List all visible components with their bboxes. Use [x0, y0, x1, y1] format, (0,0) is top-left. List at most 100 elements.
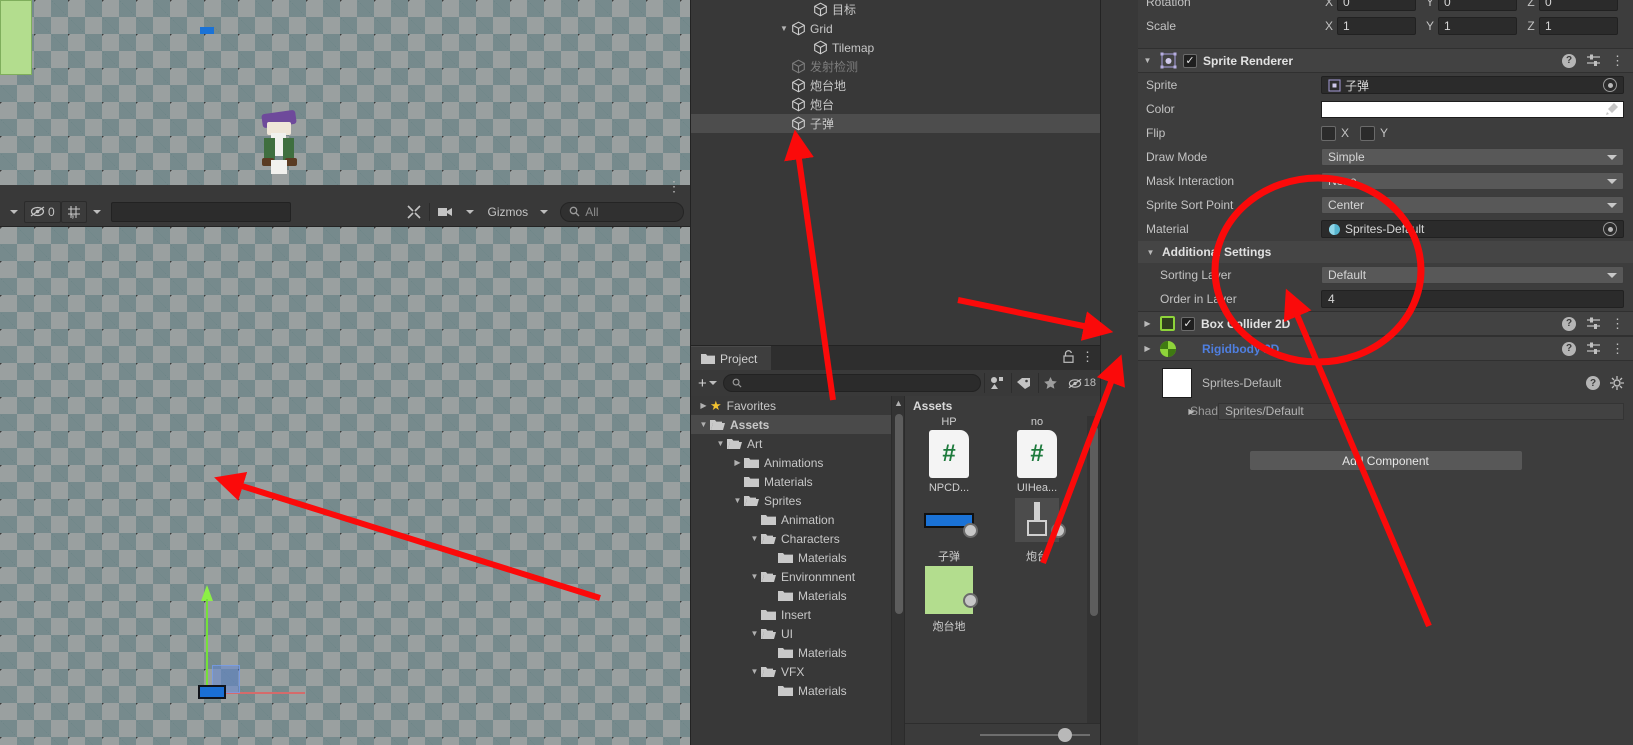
triangle-down-icon[interactable]: ▼ — [731, 496, 744, 505]
triangle-right-icon[interactable]: ▶ — [731, 458, 744, 467]
draw-mode-dropdown[interactable]: Simple — [1321, 148, 1624, 166]
hierarchy-pane[interactable]: ▼ 目标 ▼ Grid ▼ Tilemap ▼ 发射检测 ▼ 炮台地 ▼ 炮台 ▼ 子弹 — [690, 0, 1100, 345]
scene-hidden-objects-button[interactable]: 0 — [24, 200, 61, 223]
asset-item-UIHea...[interactable]: # UIHea... — [999, 428, 1075, 494]
gizmo-y-axis[interactable] — [206, 599, 208, 693]
kebab-menu-icon[interactable]: ⋮ — [1611, 342, 1624, 355]
project-tree-item-Characters[interactable]: ▼ Characters — [691, 529, 891, 548]
preset-icon[interactable] — [1587, 54, 1600, 67]
field-row-order-in-layer[interactable]: Order in Layer 4 — [1138, 287, 1633, 311]
field-row-draw-mode[interactable]: Draw Mode Simple — [1138, 145, 1633, 169]
triangle-right-icon[interactable]: ▶ — [1185, 407, 1198, 416]
project-hidden-packages[interactable]: 18 — [1065, 377, 1096, 389]
project-tree-item-UI[interactable]: ▼ UI — [691, 624, 891, 643]
scene-toolbar-blank-field[interactable] — [110, 201, 291, 222]
project-tree-item-Materials[interactable]: ▶ Materials — [691, 548, 891, 567]
project-tree-scrollbar[interactable]: ▲ — [891, 396, 904, 745]
triangle-down-icon[interactable]: ▼ — [714, 439, 727, 448]
project-toolbar[interactable]: + 18 — [691, 370, 1100, 396]
project-tab-bar[interactable]: Project ⋮ — [691, 346, 1100, 370]
eyedropper-icon[interactable] — [1605, 102, 1619, 116]
preset-icon[interactable] — [1587, 342, 1600, 355]
object-picker-icon[interactable] — [1603, 222, 1617, 236]
component-header-sprite-renderer[interactable]: ▼ ✓ Sprite Renderer ? ⋮ — [1138, 48, 1633, 73]
triangle-down-icon[interactable]: ▼ — [748, 534, 761, 543]
project-asset-area[interactable]: Assets HP no # NPCD... # UIHea... 子弹 炮台 炮台地 — [904, 396, 1100, 745]
shader-value[interactable]: Sprites/Default — [1218, 402, 1624, 420]
help-icon[interactable]: ? — [1586, 376, 1600, 390]
scale-z-field[interactable]: 1 — [1539, 17, 1618, 35]
field-row-flip[interactable]: Flip X Y — [1138, 121, 1633, 145]
triangle-right-icon[interactable]: ▶ — [697, 401, 710, 410]
field-row-sprite[interactable]: Sprite 子弹 — [1138, 73, 1633, 97]
asset-item-NPCD...[interactable]: # NPCD... — [911, 428, 987, 494]
project-folder-tree[interactable]: ▶★Favorites▼Assets▼Art▶Animations▶Materi… — [691, 396, 891, 745]
scroll-up-icon[interactable]: ▲ — [894, 398, 903, 408]
hierarchy-item-炮台[interactable]: ▼ 炮台 — [691, 95, 1100, 114]
favorite-filter-icon[interactable] — [1037, 373, 1062, 393]
project-add-button[interactable]: + — [695, 375, 720, 392]
selected-bullet-object[interactable] — [198, 685, 226, 699]
hierarchy-item-目标[interactable]: ▼ 目标 — [691, 0, 1100, 19]
scene-camera-icon[interactable] — [432, 201, 460, 223]
scale-y-field[interactable]: 1 — [1438, 17, 1517, 35]
zoom-slider-knob[interactable] — [1058, 727, 1072, 742]
project-tree-item-Materials[interactable]: ▶ Materials — [691, 586, 891, 605]
material-object-field[interactable]: Sprites-Default — [1321, 220, 1624, 238]
project-tree-item-Materials[interactable]: ▶ Materials — [691, 681, 891, 700]
scene-view-top-strip[interactable] — [0, 0, 690, 185]
scene-gizmos-button[interactable]: Gizmos — [482, 201, 535, 223]
triangle-down-icon[interactable]: ▼ — [777, 24, 791, 33]
asset-zoom-slider[interactable] — [980, 727, 1090, 742]
project-search-input[interactable] — [722, 374, 981, 392]
sprite-object-field[interactable]: 子弹 — [1321, 76, 1624, 94]
help-icon[interactable]: ? — [1562, 341, 1576, 356]
section-additional-settings[interactable]: ▼ Additional Settings — [1138, 241, 1633, 263]
scrollbar-thumb[interactable] — [1090, 426, 1098, 616]
scene-gizmos-caret-icon[interactable] — [534, 201, 554, 223]
triangle-down-icon[interactable]: ▼ — [748, 572, 761, 581]
project-tree-item-Favorites[interactable]: ▶ ★ Favorites — [691, 396, 891, 415]
field-row-sprite-sort-point[interactable]: Sprite Sort Point Center — [1138, 193, 1633, 217]
field-row-material[interactable]: Material Sprites-Default — [1138, 217, 1633, 241]
lock-icon[interactable] — [1063, 350, 1074, 363]
sorting-layer-dropdown[interactable]: Default — [1321, 266, 1624, 284]
project-tree-item-Environmnent[interactable]: ▼ Environmnent — [691, 567, 891, 586]
object-filter-icon[interactable] — [983, 373, 1008, 393]
triangle-right-icon[interactable]: ▶ — [1141, 319, 1154, 328]
mask-interaction-dropdown[interactable]: None — [1321, 172, 1624, 190]
kebab-menu-icon[interactable]: ⋮ — [1611, 317, 1624, 330]
asset-grid[interactable]: HP no # NPCD... # UIHea... 子弹 炮台 炮台地 — [905, 416, 1087, 723]
scale-x-field[interactable]: 1 — [1337, 17, 1416, 35]
asset-item-子弹[interactable]: 子弹 — [911, 494, 987, 564]
project-tree-item-Materials[interactable]: ▶ Materials — [691, 472, 891, 491]
box-collider-2d-enabled-checkbox[interactable]: ✓ — [1181, 316, 1195, 331]
transform-rotation-row[interactable]: Rotation X 0 Y 0 Z 0 — [1138, 0, 1633, 14]
hierarchy-item-Grid[interactable]: ▼ Grid — [691, 19, 1100, 38]
sprite-sort-point-dropdown[interactable]: Center — [1321, 196, 1624, 214]
scene-view-kebab-icon[interactable]: ⋮ — [667, 178, 682, 195]
project-tree-item-Insert[interactable]: ▶ Insert — [691, 605, 891, 624]
triangle-down-icon[interactable]: ▼ — [1144, 248, 1157, 257]
field-row-color[interactable]: Color — [1138, 97, 1633, 121]
scene-grid-caret-icon[interactable] — [87, 201, 107, 223]
flip-y-checkbox[interactable] — [1360, 125, 1376, 141]
triangle-down-icon[interactable]: ▼ — [697, 420, 710, 429]
gear-icon[interactable] — [1610, 376, 1624, 390]
scene-search-input[interactable]: All — [560, 201, 685, 222]
asset-item-炮台地[interactable]: 炮台地 — [911, 564, 987, 634]
tab-project[interactable]: Project — [691, 346, 772, 370]
component-header-box-collider-2d[interactable]: ▶ ✓ Box Collider 2D ? ⋮ — [1138, 311, 1633, 336]
object-picker-icon[interactable] — [1603, 78, 1617, 92]
scrollbar-thumb[interactable] — [895, 414, 903, 614]
scene-camera-caret-icon[interactable] — [460, 201, 480, 223]
help-icon[interactable]: ? — [1562, 316, 1576, 331]
material-preview-block[interactable]: Sprites-Default ? ▶ Shader Sprites/Defau… — [1138, 361, 1633, 422]
project-tree-item-Animations[interactable]: ▶ Animations — [691, 453, 891, 472]
project-tree-item-Art[interactable]: ▼ Art — [691, 434, 891, 453]
triangle-down-icon[interactable]: ▼ — [1141, 56, 1154, 65]
scene-view-main[interactable]: Tilemap Focus On None — [0, 227, 690, 745]
project-tree-item-VFX[interactable]: ▼ VFX — [691, 662, 891, 681]
field-row-sorting-layer[interactable]: Sorting Layer Default — [1138, 263, 1633, 287]
label-filter-icon[interactable] — [1010, 373, 1035, 393]
